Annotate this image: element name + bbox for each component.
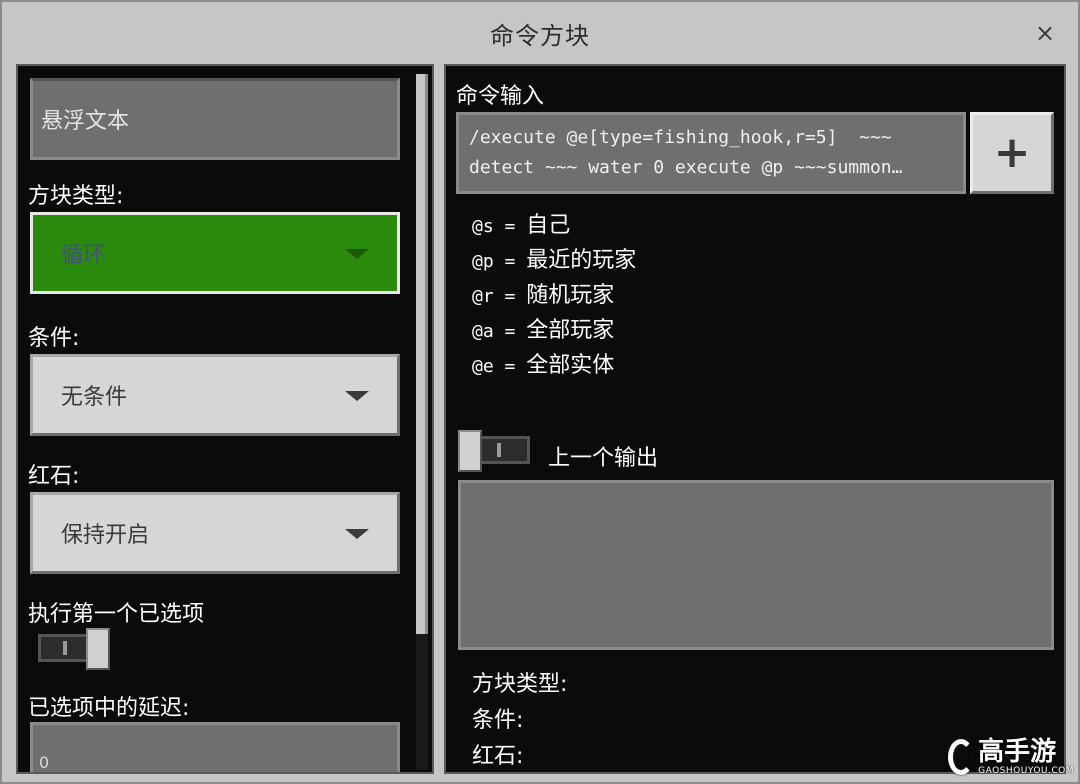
- watermark-url: GAOSHOUYOU.COM: [978, 766, 1074, 776]
- plus-icon: +: [993, 127, 1031, 178]
- selector-eq: =: [493, 321, 527, 342]
- selector-row: @s = 自己: [472, 208, 636, 243]
- scrollbar[interactable]: [416, 74, 428, 770]
- plus-button[interactable]: +: [970, 112, 1054, 194]
- previous-output-label: 上一个输出: [548, 446, 659, 471]
- condition-dropdown[interactable]: 无条件: [30, 354, 400, 436]
- close-icon[interactable]: ×: [1032, 19, 1058, 47]
- selector-eq: =: [493, 216, 527, 237]
- title-bar: 命令方块 ×: [2, 2, 1078, 64]
- brand-logo-icon: [948, 739, 975, 775]
- selector-code: @a: [472, 321, 494, 342]
- redstone-value: 保持开启: [61, 523, 150, 548]
- delay-input[interactable]: 0: [30, 722, 400, 772]
- condition-value: 无条件: [61, 385, 128, 410]
- selector-desc: 自己: [526, 213, 571, 238]
- previous-output-box: [458, 480, 1054, 650]
- selector-code: @e: [472, 356, 494, 377]
- command-block-window: 命令方块 × 悬浮文本 方块类型: 循环 条件: 无条件 红石: 保持开启 执行…: [0, 0, 1080, 784]
- info-block-type: 方块类型:: [472, 672, 568, 697]
- settings-panel: 悬浮文本 方块类型: 循环 条件: 无条件 红石: 保持开启 执行第一个已选项 …: [16, 64, 434, 774]
- scrollbar-thumb[interactable]: [416, 74, 428, 634]
- watermark-text: 高手游 GAOSHOUYOU.COM: [978, 738, 1074, 776]
- selector-eq: =: [493, 356, 527, 377]
- selector-eq: =: [493, 286, 527, 307]
- toggle-mark: [63, 641, 67, 655]
- redstone-dropdown[interactable]: 保持开启: [30, 492, 400, 574]
- info-redstone: 红石:: [472, 744, 524, 769]
- command-input[interactable]: /execute @e[type=fishing_hook,r=5] ~~~ de…: [456, 112, 966, 194]
- watermark-brand: 高手游: [978, 737, 1057, 767]
- command-line-1: /execute @e[type=fishing_hook,r=5] ~~~: [469, 127, 892, 148]
- selector-code: @p: [472, 251, 494, 272]
- execute-first-toggle[interactable]: [38, 628, 110, 670]
- window-title: 命令方块: [490, 21, 590, 50]
- redstone-label: 红石:: [28, 464, 80, 489]
- selector-row: @r = 随机玩家: [472, 278, 636, 313]
- selector-legend: @s = 自己 @p = 最近的玩家 @r = 随机玩家 @a = 全部玩家 @…: [472, 208, 636, 383]
- selector-desc: 随机玩家: [526, 283, 615, 308]
- toggle-mark: [497, 443, 501, 457]
- selector-code: @r: [472, 286, 494, 307]
- selector-row: @p = 最近的玩家: [472, 243, 636, 278]
- block-type-dropdown[interactable]: 循环: [30, 212, 400, 294]
- chevron-down-icon: [345, 529, 369, 539]
- watermark: 高手游 GAOSHOUYOU.COM: [948, 734, 1074, 780]
- command-panel: 命令输入 /execute @e[type=fishing_hook,r=5] …: [444, 64, 1066, 774]
- selector-eq: =: [493, 251, 527, 272]
- chevron-down-icon: [345, 249, 369, 259]
- condition-label: 条件:: [28, 326, 80, 351]
- command-line-2: detect ~~~ water 0 execute @p ~~~summon…: [469, 157, 903, 178]
- command-input-label: 命令输入: [456, 84, 545, 109]
- selector-desc: 全部实体: [526, 353, 615, 378]
- selector-code: @s: [472, 216, 494, 237]
- info-condition: 条件:: [472, 708, 524, 733]
- toggle-knob[interactable]: [86, 628, 110, 670]
- hover-text-input[interactable]: 悬浮文本: [30, 78, 400, 160]
- delay-value: 0: [39, 753, 50, 772]
- selector-row: @a = 全部玩家: [472, 313, 636, 348]
- toggle-knob[interactable]: [458, 430, 482, 472]
- selector-desc: 全部玩家: [526, 318, 615, 343]
- chevron-down-icon: [345, 391, 369, 401]
- block-type-value: 循环: [61, 243, 106, 268]
- selector-desc: 最近的玩家: [526, 248, 637, 273]
- selector-row: @e = 全部实体: [472, 348, 636, 383]
- previous-output-toggle[interactable]: [458, 430, 530, 472]
- execute-first-label: 执行第一个已选项: [28, 602, 205, 627]
- hover-text-placeholder: 悬浮文本: [41, 109, 130, 134]
- block-type-label: 方块类型:: [28, 184, 124, 209]
- delay-label: 已选项中的延迟:: [28, 696, 190, 721]
